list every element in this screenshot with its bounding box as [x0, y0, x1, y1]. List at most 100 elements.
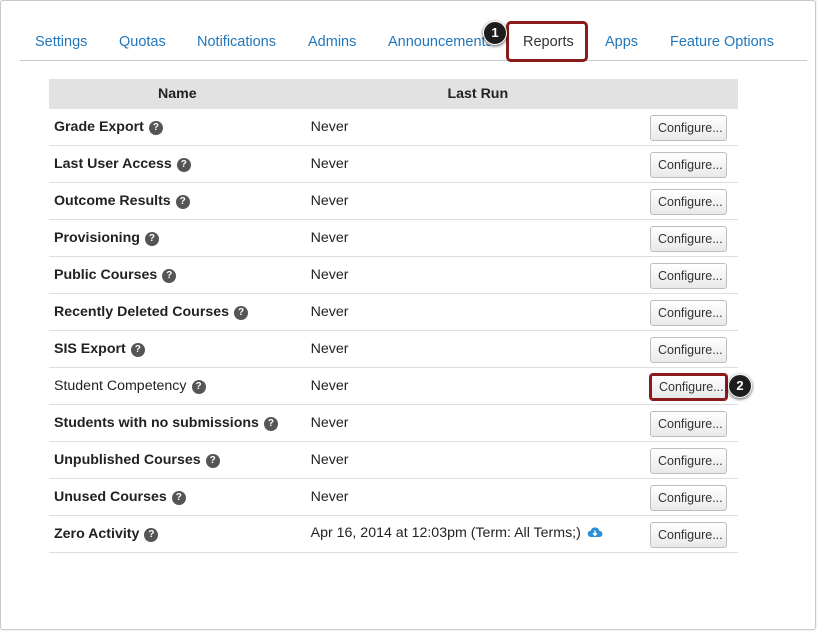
help-icon[interactable]: ? — [191, 380, 206, 394]
report-name: Outcome Results — [54, 193, 171, 209]
step-2-badge: 2 — [728, 374, 752, 398]
last-run-cell: Never — [305, 219, 650, 257]
configure-button[interactable]: Configure... — [650, 484, 727, 511]
report-name: Unused Courses — [54, 489, 167, 505]
action-cell: Configure... — [650, 441, 738, 479]
configure-button[interactable]: Configure... — [650, 447, 727, 474]
last-run-cell: Apr 16, 2014 at 12:03pm (Term: All Terms… — [305, 515, 650, 553]
action-cell: Configure... — [650, 330, 738, 368]
help-icon[interactable]: ? — [130, 343, 145, 357]
report-name: SIS Export — [54, 341, 126, 357]
table-row: Zero Activity? Apr 16, 2014 at 12:03pm (… — [49, 515, 738, 553]
report-name-cell: SIS Export? — [49, 330, 306, 368]
action-cell: Configure... — [650, 256, 738, 294]
last-run-cell: Never — [305, 441, 650, 479]
help-icon[interactable]: ? — [144, 528, 159, 542]
table-row: Unused Courses? Never Configure... — [49, 478, 738, 516]
help-icon[interactable]: ? — [162, 269, 177, 283]
action-cell: Configure... — [650, 478, 738, 516]
column-header-actions — [650, 79, 738, 109]
tab-admins[interactable]: Admins — [308, 34, 356, 50]
help-icon[interactable]: ? — [263, 417, 278, 431]
step-1-badge: 1 — [483, 21, 507, 45]
last-run-cell: Never — [305, 145, 650, 183]
report-name: Recently Deleted Courses — [54, 304, 230, 320]
help-icon[interactable]: ? — [176, 158, 191, 172]
report-name-cell: Outcome Results? — [49, 182, 306, 220]
help-icon[interactable]: ? — [234, 306, 249, 320]
configure-button[interactable]: Configure... — [650, 410, 727, 437]
last-run-cell: Never — [305, 367, 650, 405]
configure-button[interactable]: Configure... — [650, 521, 727, 548]
cloud-download-icon[interactable] — [587, 526, 603, 543]
configure-button-student-competency[interactable]: Configure... — [650, 373, 727, 400]
tab-notifications[interactable]: Notifications — [197, 34, 276, 50]
report-name-cell: Grade Export? — [49, 109, 306, 146]
configure-button[interactable]: Configure... — [650, 299, 727, 326]
column-header-name: Name — [49, 79, 306, 109]
report-name-cell: Unpublished Courses? — [49, 441, 306, 479]
configure-button[interactable]: Configure... — [650, 336, 727, 363]
help-icon[interactable]: ? — [148, 121, 163, 135]
report-name: Zero Activity — [54, 526, 140, 542]
table-row: Recently Deleted Courses? Never Configur… — [49, 293, 738, 331]
table-row: Provisioning? Never Configure... — [49, 219, 738, 257]
report-name: Students with no submissions — [54, 415, 259, 431]
report-name: Last User Access — [54, 156, 172, 172]
help-icon[interactable]: ? — [144, 232, 159, 246]
report-name-cell: Recently Deleted Courses? — [49, 293, 306, 331]
table-row: Grade Export? Never Configure... — [49, 109, 738, 146]
action-cell: Configure... — [650, 367, 738, 405]
configure-button[interactable]: Configure... — [650, 151, 727, 178]
last-run-cell: Never — [305, 109, 650, 146]
last-run-text: Apr 16, 2014 at 12:03pm (Term: All Terms… — [310, 525, 581, 541]
tab-announcements[interactable]: Announcements — [388, 34, 490, 50]
table-row: SIS Export? Never Configure... — [49, 330, 738, 368]
action-cell: Configure... — [650, 404, 738, 442]
help-icon[interactable]: ? — [205, 454, 220, 468]
tab-apps[interactable]: Apps — [605, 34, 638, 50]
report-name: Grade Export — [54, 119, 144, 135]
help-icon[interactable]: ? — [175, 195, 190, 209]
reports-table: Name Last Run Grade Export? Never Config… — [49, 79, 738, 553]
action-cell: Configure... — [650, 182, 738, 220]
report-name-cell: Zero Activity? — [49, 515, 306, 553]
table-row: Public Courses? Never Configure... — [49, 256, 738, 294]
table-row: Last User Access? Never Configure... — [49, 145, 738, 183]
table-row: Student Competency? Never Configure... — [49, 367, 738, 405]
report-name-cell: Last User Access? — [49, 145, 306, 183]
action-cell: Configure... — [650, 515, 738, 553]
action-cell: Configure... — [650, 219, 738, 257]
report-name-cell: Unused Courses? — [49, 478, 306, 516]
last-run-cell: Never — [305, 330, 650, 368]
last-run-cell: Never — [305, 404, 650, 442]
report-name: Student Competency — [54, 378, 187, 394]
configure-button[interactable]: Configure... — [650, 262, 727, 289]
report-name: Public Courses — [54, 267, 158, 283]
configure-button[interactable]: Configure... — [650, 114, 727, 141]
report-name: Provisioning — [54, 230, 140, 246]
table-row: Students with no submissions? Never Conf… — [49, 404, 738, 442]
column-header-last-run: Last Run — [305, 79, 650, 109]
report-name-cell: Students with no submissions? — [49, 404, 306, 442]
report-name-cell: Provisioning? — [49, 219, 306, 257]
table-row: Outcome Results? Never Configure... — [49, 182, 738, 220]
reports-tab-callout-box — [506, 21, 588, 62]
tab-feature-options[interactable]: Feature Options — [670, 34, 774, 50]
action-cell: Configure... — [650, 293, 738, 331]
table-header-row: Name Last Run — [49, 79, 738, 109]
configure-button[interactable]: Configure... — [650, 225, 727, 252]
last-run-cell: Never — [305, 256, 650, 294]
last-run-cell: Never — [305, 182, 650, 220]
report-name-cell: Student Competency? — [49, 367, 306, 405]
account-settings-tabs: Settings Quotas Notifications Admins Ann… — [20, 24, 807, 61]
tab-settings[interactable]: Settings — [35, 34, 87, 50]
help-icon[interactable]: ? — [171, 491, 186, 505]
action-cell: Configure... — [650, 145, 738, 183]
last-run-cell: Never — [305, 293, 650, 331]
action-cell: Configure... — [650, 109, 738, 146]
last-run-cell: Never — [305, 478, 650, 516]
configure-button[interactable]: Configure... — [650, 188, 727, 215]
report-name: Unpublished Courses — [54, 452, 201, 468]
tab-quotas[interactable]: Quotas — [119, 34, 166, 50]
